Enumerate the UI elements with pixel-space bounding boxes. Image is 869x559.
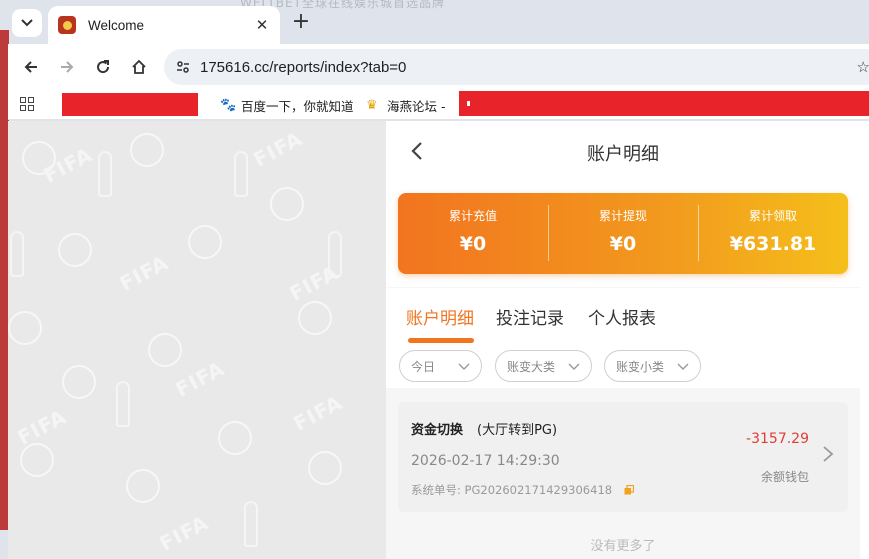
bookmark-baidu[interactable]: 🐾 百度一下，你就知道 <box>220 96 354 115</box>
tab-strip: WELTBET全球在线娱乐城首选品牌 Welcome ✕ + <box>0 0 869 44</box>
apps-grid-icon[interactable] <box>20 97 34 111</box>
order-label: 系统单号: <box>411 483 461 497</box>
summary-value: ¥0 <box>459 233 487 255</box>
category-filter-dropdown[interactable]: 账变大类 <box>495 350 592 382</box>
filter-label: 账变大类 <box>507 359 556 374</box>
forward-arrow-icon[interactable] <box>56 56 78 78</box>
filter-label: 账变小类 <box>616 359 665 374</box>
record-title: 资金切换 (大厅转到PG) <box>411 419 557 438</box>
mobile-app: 账户明细 累计充值 ¥0 累计提现 ¥0 累计领取 ¥631.81 账户明细 投… <box>386 121 860 559</box>
copy-icon[interactable] <box>624 485 634 495</box>
summary-card: 累计充值 ¥0 累计提现 ¥0 累计领取 ¥631.81 <box>398 193 848 274</box>
summary-deposit: 累计充值 ¥0 <box>398 193 548 274</box>
reload-icon[interactable] <box>92 56 114 78</box>
record-order-number: 系统单号: PG202602171429306418 <box>411 482 634 498</box>
tab-search-button[interactable] <box>12 9 42 37</box>
summary-label: 累计提现 <box>598 209 647 223</box>
summary-value: ¥0 <box>609 233 637 255</box>
filter-bar: 今日 账变大类 账变小类 <box>386 344 860 388</box>
tab-close-icon[interactable]: ✕ <box>254 17 270 33</box>
url-text: 175616.cc/reports/index?tab=0 <box>200 58 407 76</box>
record-wallet: 余额钱包 <box>760 470 809 484</box>
tab-account-details[interactable]: 账户明细 <box>406 304 474 329</box>
chevron-down-icon <box>568 363 580 370</box>
bookmark-star-icon[interactable]: ☆ <box>857 58 869 76</box>
summary-label: 累计领取 <box>748 209 797 223</box>
summary-label: 累计充值 <box>448 209 497 223</box>
active-tab-indicator <box>408 338 474 343</box>
site-favicon-icon <box>58 16 76 34</box>
page-title: 账户明细 <box>587 144 659 165</box>
bookmarks-bar: 🐾 百度一下，你就知道 ♛ 海燕论坛 - <box>8 90 869 120</box>
record-time: 2026-02-17 14:29:30 <box>411 453 560 469</box>
no-more-text: 没有更多了 <box>590 539 656 554</box>
chevron-down-icon <box>21 19 33 27</box>
tabs-bar: 账户明细 投注记录 个人报表 <box>386 288 860 344</box>
summary-value: ¥631.81 <box>729 233 817 255</box>
chevron-down-icon <box>677 363 689 370</box>
subcategory-filter-dropdown[interactable]: 账变小类 <box>604 350 701 382</box>
tab-bet-records[interactable]: 投注记录 <box>496 304 564 329</box>
home-icon[interactable] <box>128 56 150 78</box>
record-type: 资金切换 <box>411 423 464 438</box>
site-info-icon[interactable] <box>176 60 190 74</box>
summary-section: 累计充值 ¥0 累计提现 ¥0 累计领取 ¥631.81 <box>386 181 860 287</box>
order-number: PG202602171429306418 <box>464 483 613 497</box>
tab-title: Welcome <box>88 17 145 33</box>
bookmark-label: 海燕论坛 - <box>387 99 446 114</box>
transaction-record[interactable]: 资金切换 (大厅转到PG) -3157.29 2026-02-17 14:29:3… <box>398 402 848 512</box>
baidu-paw-icon: 🐾 <box>220 97 237 113</box>
summary-claimed: 累计领取 ¥631.81 <box>698 193 848 274</box>
browser-tab[interactable]: Welcome ✕ <box>48 6 280 44</box>
redacted-bookmark <box>459 91 869 116</box>
record-amount: -3157.29 <box>746 431 809 447</box>
chevron-right-icon <box>823 446 834 462</box>
chevron-down-icon <box>458 363 470 370</box>
redacted-bookmark <box>62 93 198 116</box>
date-filter-dropdown[interactable]: 今日 <box>399 350 482 382</box>
fifa-background-pattern: FIFA FIFA FIFA FIFA FIFA FIFA FIFA FIFA <box>8 121 386 559</box>
record-detail: (大厅转到PG) <box>477 423 558 438</box>
bookmark-label: 百度一下，你就知道 <box>241 99 354 114</box>
summary-withdraw: 累计提现 ¥0 <box>548 193 698 274</box>
address-bar[interactable]: 175616.cc/reports/index?tab=0 ☆ <box>164 49 869 85</box>
back-arrow-icon[interactable] <box>20 56 42 78</box>
tab-personal-report[interactable]: 个人报表 <box>588 304 656 329</box>
new-tab-icon[interactable]: + <box>290 11 312 34</box>
web-page: FIFA FIFA FIFA FIFA FIFA FIFA FIFA FIFA … <box>8 121 869 559</box>
browser-toolbar: 175616.cc/reports/index?tab=0 ☆ <box>8 44 869 90</box>
forum-icon: ♛ <box>366 97 378 113</box>
bookmark-forum[interactable]: ♛ 海燕论坛 - <box>366 96 445 115</box>
filter-label: 今日 <box>411 359 436 374</box>
app-header: 账户明细 <box>386 121 860 181</box>
